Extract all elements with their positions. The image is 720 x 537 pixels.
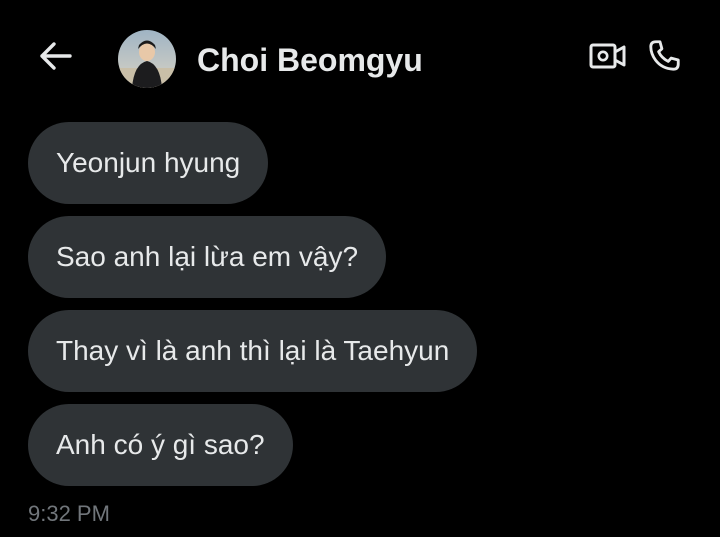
video-call-button[interactable] [586, 38, 630, 78]
contact-name[interactable]: Choi Beomgyu [197, 40, 423, 80]
message-row: Anh có ý gì sao? [28, 404, 688, 498]
arrow-left-icon [39, 41, 73, 76]
message-row: Sao anh lại lừa em vậy? [28, 216, 688, 310]
message-bubble[interactable]: Yeonjun hyung [28, 122, 269, 204]
message-timestamp: 9:32 PM [28, 501, 110, 526]
video-camera-icon [589, 41, 627, 76]
back-button[interactable] [34, 38, 78, 78]
message-row: Yeonjun hyung [28, 122, 688, 216]
chat-header: Choi Beomgyu [0, 0, 720, 118]
message-bubble[interactable]: Sao anh lại lừa em vậy? [28, 216, 387, 298]
avatar[interactable] [118, 30, 176, 88]
voice-call-button[interactable] [642, 36, 686, 80]
message-list: Yeonjun hyung Sao anh lại lừa em vậy? Th… [28, 122, 688, 498]
message-row: Thay vì là anh thì lại là Taehyun [28, 310, 688, 404]
message-bubble[interactable]: Anh có ý gì sao? [28, 404, 293, 486]
message-bubble[interactable]: Thay vì là anh thì lại là Taehyun [28, 310, 478, 392]
phone-icon [646, 38, 682, 79]
